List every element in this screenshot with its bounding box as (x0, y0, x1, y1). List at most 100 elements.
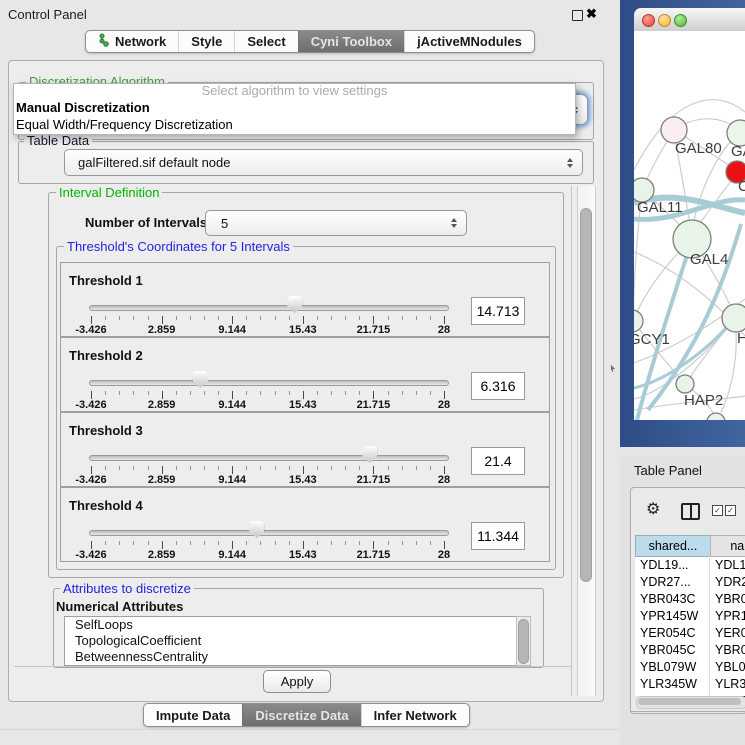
slider-tick (204, 541, 205, 545)
slider-tick (303, 391, 304, 399)
network-graph: GAL80GACGAL11GAL4GCY1HHAP2 (634, 31, 745, 420)
table-cell[interactable]: YLR345W (640, 676, 708, 692)
table-cell[interactable]: YER054C (640, 625, 708, 641)
table-cell[interactable]: YBR043C (715, 591, 745, 607)
threshold-value-field[interactable]: 11.344 (471, 522, 525, 550)
tab-cyni-toolbox[interactable]: Cyni Toolbox (298, 31, 404, 52)
attributes-scrollbar-thumb[interactable] (518, 619, 529, 664)
slider-tick (246, 466, 247, 470)
dropdown-placeholder-item[interactable]: Select algorithm to view settings (14, 84, 575, 99)
slider-tick-label: -3.426 (59, 549, 123, 561)
table-cell[interactable]: YBL079W (715, 659, 745, 675)
split-columns-icon[interactable] (681, 503, 700, 520)
number-of-intervals-combo[interactable]: 5 (205, 210, 467, 236)
table-cell[interactable]: YDR27... (640, 574, 708, 590)
tab-discretize-data[interactable]: Discretize Data (242, 704, 360, 726)
minimize-traffic-light-icon[interactable] (658, 14, 671, 27)
tab-label: jActiveMNodules (417, 34, 522, 49)
table-cell[interactable]: YPR145W (640, 608, 708, 624)
slider-tick (275, 316, 276, 320)
column-header-1[interactable]: name (710, 535, 745, 557)
slider-tick-label: 9.144 (200, 399, 264, 411)
table-cell[interactable]: YBR043C (640, 591, 708, 607)
slider-tick-label: 2.859 (130, 399, 194, 411)
table-cell[interactable]: YDL19... (715, 557, 745, 573)
tab-style[interactable]: Style (178, 31, 234, 52)
slider-tick (91, 316, 92, 324)
close-window-icon[interactable]: ✖ (586, 8, 597, 20)
slider-tick (289, 541, 290, 545)
slider-tick (402, 391, 403, 395)
slider-tick (373, 391, 374, 399)
table-hscrollbar-thumb[interactable] (638, 698, 741, 705)
slider-tick (218, 391, 219, 395)
checkbox-filter-icon[interactable]: ✓ (712, 505, 723, 516)
slider-tick (317, 391, 318, 395)
network-node[interactable] (707, 413, 725, 420)
table-data-combo[interactable]: galFiltered.sif default node (64, 149, 583, 176)
tab-label: Network (115, 34, 166, 49)
table-cell[interactable]: YDL19... (640, 557, 708, 573)
slider-tick (91, 541, 92, 549)
table-cell[interactable]: YBL079W (640, 659, 708, 675)
slider-tick (91, 391, 92, 399)
column-header-0[interactable]: shared... (635, 535, 711, 557)
network-node[interactable] (676, 375, 694, 393)
node-label: GAL4 (690, 251, 728, 268)
network-node[interactable] (722, 304, 745, 332)
attribute-item[interactable]: SelfLoops (65, 617, 517, 633)
slider-track[interactable] (89, 455, 449, 461)
tab-jactivemnodules[interactable]: jActiveMNodules (404, 31, 534, 52)
node-label: GCY1 (634, 331, 670, 348)
threshold-value-field[interactable]: 14.713 (471, 297, 525, 325)
slider-track[interactable] (89, 530, 449, 536)
dropdown-item[interactable]: Manual Discretization (14, 99, 575, 116)
table-cell[interactable]: YPR145W (715, 608, 745, 624)
slider-tick (444, 466, 445, 474)
attribute-item[interactable]: BetweennessCentrality (65, 649, 517, 665)
slider-tick (105, 316, 106, 320)
network-node[interactable] (634, 310, 643, 332)
slider-tick (345, 316, 346, 320)
node-label: GAL80 (675, 140, 722, 157)
slider-tick (416, 541, 417, 545)
slider-tick (373, 466, 374, 474)
gear-icon[interactable]: ⚙ (646, 502, 660, 518)
tab-select[interactable]: Select (234, 31, 297, 52)
slider-track[interactable] (89, 380, 449, 386)
threshold-value-field[interactable]: 21.4 (471, 447, 525, 475)
table-cell[interactable]: YLR345W (715, 676, 745, 692)
slider-tick (148, 466, 149, 470)
slider-tick-label: 2.859 (130, 474, 194, 486)
tab-infer-network[interactable]: Infer Network (361, 704, 469, 726)
node-label: HAP2 (684, 392, 723, 409)
slider-tick-label: 28 (412, 399, 476, 411)
close-traffic-light-icon[interactable] (642, 14, 655, 27)
slider-tick (444, 316, 445, 324)
slider-track[interactable] (89, 305, 449, 311)
table-cell[interactable]: YBR045C (640, 642, 708, 658)
slider-tick-label: 9.144 (200, 549, 264, 561)
zoom-traffic-light-icon[interactable] (674, 14, 687, 27)
numerical-attributes-list[interactable]: SelfLoopsTopologicalCoefficientBetweenne… (64, 616, 518, 666)
apply-button[interactable]: Apply (263, 670, 331, 693)
dropdown-item[interactable]: Equal Width/Frequency Discretization (14, 116, 575, 133)
network-canvas[interactable]: GAL80GACGAL11GAL4GCY1HHAP2 (634, 31, 745, 420)
slider-tick-label: 21.715 (341, 324, 405, 336)
slider-tick (303, 466, 304, 474)
threshold-label: Threshold 2 (69, 348, 143, 363)
slider-tick-label: 15.43 (271, 399, 335, 411)
slider-tick (430, 316, 431, 320)
table-cell[interactable]: YDR27... (715, 574, 745, 590)
checkbox-filter-icon-2[interactable]: ✓ (725, 505, 736, 516)
table-cell[interactable]: YER054C (715, 625, 745, 641)
attribute-item[interactable]: TopologicalCoefficient (65, 633, 517, 649)
threshold-value-field[interactable]: 6.316 (471, 372, 525, 400)
vertical-scrollbar-thumb[interactable] (580, 208, 592, 582)
tab-impute-data[interactable]: Impute Data (144, 704, 242, 726)
threshold-label: Threshold 3 (69, 423, 143, 438)
tab-network[interactable]: Network (86, 31, 178, 52)
table-cell[interactable]: YBR045C (715, 642, 745, 658)
slider-tick (359, 316, 360, 320)
float-window-icon[interactable] (572, 10, 583, 21)
